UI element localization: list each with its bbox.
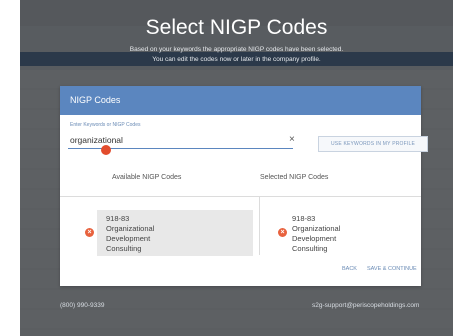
modal-header: NIGP Codes bbox=[60, 86, 421, 115]
save-continue-button[interactable]: SAVE & CONTINUE bbox=[367, 266, 417, 272]
remove-circle-icon[interactable]: × bbox=[85, 228, 94, 237]
code-name-line3: Consulting bbox=[292, 244, 328, 253]
app-frame: Select NIGP Codes Based on your keywords… bbox=[20, 0, 453, 336]
code-text: 918-83 Organizational Development Consul… bbox=[106, 214, 154, 254]
back-button[interactable]: BACK bbox=[342, 266, 357, 272]
code-name-line2: Development bbox=[292, 234, 337, 243]
use-keywords-button[interactable]: USE KEYWORDS IN MY PROFILE bbox=[318, 136, 428, 152]
nigp-modal: NIGP Codes Enter Keywords or NIGP Codes … bbox=[60, 86, 428, 286]
code-name-line1: Organizational bbox=[106, 224, 155, 233]
modal-title: NIGP Codes bbox=[70, 95, 121, 105]
support-phone[interactable]: (800) 990-9339 bbox=[60, 302, 104, 309]
code-name-line1: Organizational bbox=[292, 224, 341, 233]
code-name-line3: Consulting bbox=[106, 244, 142, 253]
available-codes-header: Available NIGP Codes bbox=[112, 174, 182, 181]
code-number: 918-83 bbox=[292, 214, 316, 223]
page-subtitle-line2: You can edit the codes now or later in t… bbox=[152, 56, 321, 63]
available-code-item[interactable]: × 918-83 Organizational Development Cons… bbox=[85, 210, 253, 256]
click-indicator bbox=[101, 145, 111, 155]
divider bbox=[60, 196, 421, 197]
page-subtitle-line1: Based on your keywords the appropriate N… bbox=[129, 46, 344, 53]
selected-codes-header: Selected NIGP Codes bbox=[260, 174, 329, 181]
code-number: 918-83 bbox=[106, 214, 130, 223]
code-name-line2: Development bbox=[106, 234, 151, 243]
remove-circle-icon[interactable]: × bbox=[278, 228, 287, 237]
column-divider bbox=[259, 197, 260, 255]
code-text: 918-83 Organizational Development Consul… bbox=[292, 214, 340, 254]
support-email[interactable]: s2g-support@periscopeholdings.com bbox=[312, 302, 419, 309]
selected-code-item[interactable]: × 918-83 Organizational Development Cons… bbox=[278, 210, 412, 256]
page-title: Select NIGP Codes bbox=[145, 16, 328, 39]
close-icon[interactable]: × bbox=[289, 134, 295, 145]
search-label: Enter Keywords or NIGP Codes bbox=[70, 122, 141, 128]
